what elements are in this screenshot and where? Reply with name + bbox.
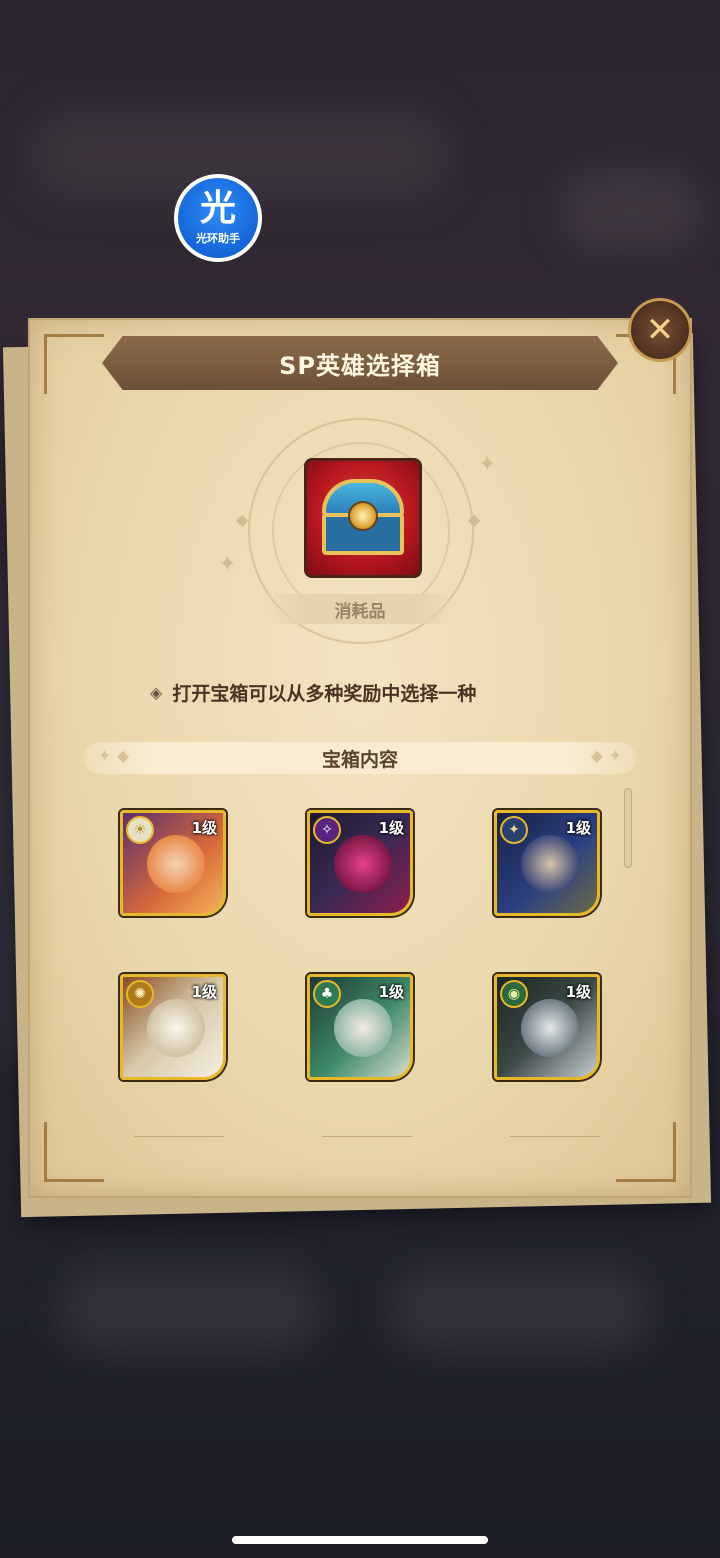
hero-card[interactable]: ☀ 1级 [120, 810, 226, 916]
treasure-chest-icon [318, 479, 408, 557]
divider [134, 1136, 224, 1137]
hero-card[interactable]: ✦ 1级 [494, 810, 600, 916]
lightbearer-faction-icon: ☀ [126, 816, 154, 844]
background-blur [60, 1270, 320, 1350]
hero-card[interactable]: ✺ 1级 [120, 974, 226, 1080]
section-header-contents: ✦ ◆ 宝箱内容 ◆ ✦ [84, 742, 636, 774]
hero-level: 1级 [565, 983, 591, 1001]
helper-app-char: 光 [199, 188, 236, 229]
hypogean-faction-icon: ✧ [313, 816, 341, 844]
sparkle-icon: ✦ ◆ [98, 746, 130, 765]
dialog-title-banner: SP英雄选择箱 [102, 336, 618, 390]
home-indicator[interactable] [232, 1536, 488, 1544]
corner-ornament [616, 1122, 676, 1182]
background-blur [390, 1270, 650, 1350]
helper-app-label: 光环助手 [196, 232, 240, 245]
hero-card[interactable]: ♣ 1级 [307, 974, 413, 1080]
item-category-label: 消耗品 [262, 594, 458, 624]
hero-level: 1级 [378, 983, 404, 1001]
corner-ornament [44, 334, 104, 394]
contents-scrollbar[interactable] [624, 788, 632, 868]
hero-level: 1级 [191, 983, 217, 1001]
item-description: ◈ 打开宝箱可以从多种奖励中选择一种 [150, 676, 590, 708]
helper-app-badge[interactable]: 光 光环助手 [174, 174, 262, 262]
sparkle-icon: ◆ [236, 510, 249, 529]
sparkle-icon: ◆ ✦ [590, 746, 622, 765]
dimensional-faction-icon: ✺ [126, 980, 154, 1008]
item-icon-frame [304, 458, 422, 578]
hero-card[interactable]: ◉ 1级 [494, 974, 600, 1080]
item-description-text: 打开宝箱可以从多种奖励中选择一种 [172, 682, 477, 705]
celestial-faction-icon: ✦ [500, 816, 528, 844]
hero-level: 1级 [191, 819, 217, 837]
divider [322, 1136, 412, 1137]
diamond-bullet-icon: ◈ [150, 682, 163, 702]
hero-level: 1级 [565, 819, 591, 837]
divider [510, 1136, 600, 1137]
close-x-icon: ✕ [645, 310, 675, 350]
background-blur [560, 170, 700, 250]
helper-app-icon: 光 光环助手 [178, 178, 258, 258]
corner-ornament [44, 1122, 104, 1182]
section-title: 宝箱内容 [321, 748, 398, 771]
sparkle-icon: ◆ [468, 510, 481, 529]
sparkle-icon: ✦ [478, 452, 497, 477]
dialog-title: SP英雄选择箱 [279, 351, 441, 380]
sparkle-icon: ✦ [218, 552, 237, 577]
close-button[interactable]: ✕ [628, 298, 692, 362]
wilder-faction-icon: ◉ [500, 980, 528, 1008]
item-category-text: 消耗品 [334, 601, 386, 622]
hero-card[interactable]: ✧ 1级 [307, 810, 413, 916]
wilder-faction-icon: ♣ [313, 980, 341, 1008]
hero-level: 1级 [378, 819, 404, 837]
